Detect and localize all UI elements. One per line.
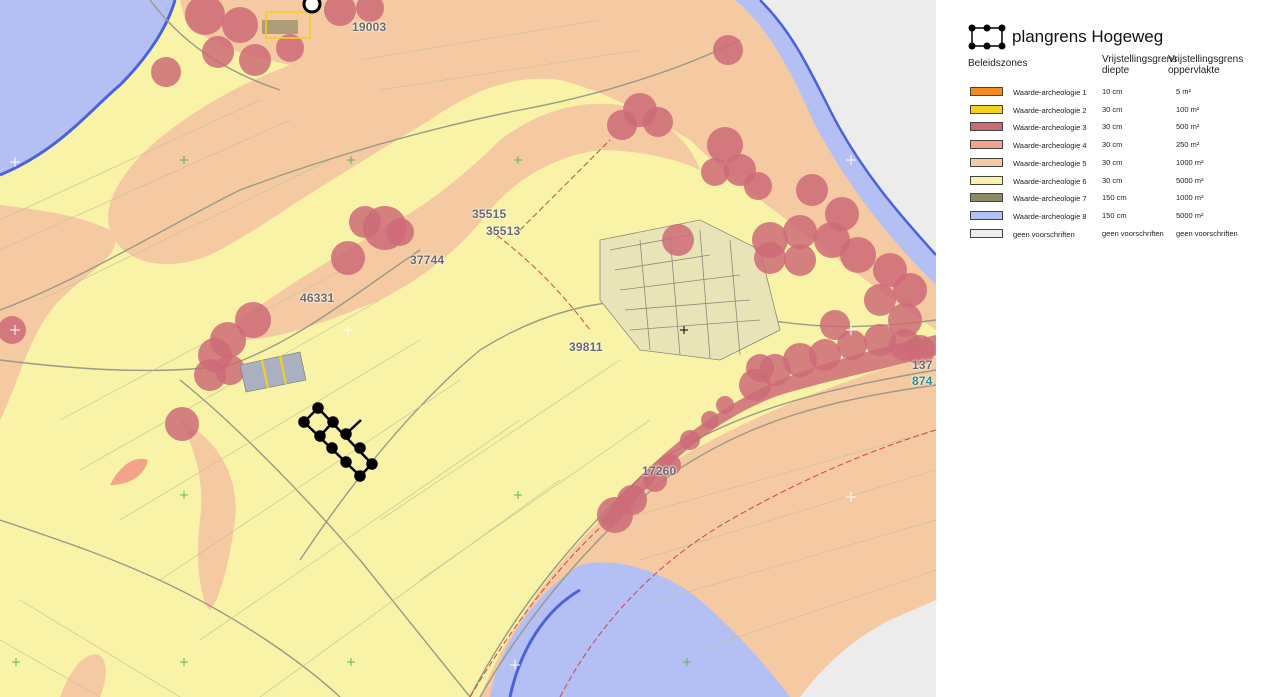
parcel-label-46331: 46331 (300, 291, 335, 305)
parcel-label-35513: 35513 (486, 224, 521, 238)
legend-item: Waarde-archeologie 3 30 cm 500 m² (970, 122, 1270, 134)
legend-swatch (970, 175, 1003, 185)
parcel-label-137: 137 (912, 358, 933, 372)
legend-item-name: Waarde-archeologie 8 (1013, 211, 1087, 221)
legend-item-depth: 30 cm (1102, 157, 1123, 167)
legend-item-area: 1000 m² (1176, 157, 1204, 167)
legend-swatch (970, 87, 1003, 96)
parcel-label-874: 874 (912, 374, 933, 388)
plangrens-symbol-icon (968, 24, 1006, 50)
legend-item-depth: 30 cm (1102, 140, 1123, 150)
legend-item-area: 5000 m² (1176, 175, 1204, 185)
legend-swatch (970, 140, 1003, 150)
legend-section-heading: Beleidszones (968, 58, 1028, 69)
legend-item-depth: 30 cm (1102, 104, 1123, 114)
legend-item-area: 250 m² (1176, 140, 1200, 150)
legend-item-area: geen voorschriften (1176, 228, 1238, 238)
archaeology-map[interactable]: 19003 35515 35513 37744 46331 39811 1726… (0, 0, 936, 697)
legend-item-area: 500 m² (1176, 122, 1200, 132)
parcel-label-19003: 19003 (352, 20, 387, 34)
legend-swatch (970, 210, 1003, 220)
map-canvas (0, 0, 936, 697)
legend-item-area: 1000 m² (1176, 193, 1204, 203)
legend-item: Waarde-archeologie 5 30 cm 1000 m² (970, 157, 1270, 170)
legend-item: Waarde-archeologie 1 10 cm 5 m² (970, 87, 1270, 99)
legend-item-name: Waarde-archeologie 3 (1013, 123, 1087, 133)
legend-item-name: Waarde-archeologie 2 (1013, 105, 1087, 115)
parcel-label-39811: 39811 (569, 340, 603, 354)
legend-item: Waarde-archeologie 8 150 cm 5000 m² (970, 210, 1270, 223)
parcel-label-35515: 35515 (472, 207, 507, 221)
legend-item: Waarde-archeologie 2 30 cm 100 m² (970, 104, 1270, 117)
legend-item-depth: 10 cm (1102, 87, 1123, 96)
legend-item-area: 100 m² (1176, 104, 1200, 114)
legend-swatch (970, 104, 1003, 114)
legend-item: Waarde-archeologie 7 150 cm 1000 m² (970, 193, 1270, 205)
legend-item-name: Waarde-archeologie 5 (1013, 158, 1087, 168)
legend-swatch (970, 157, 1003, 167)
legend-swatch (970, 193, 1003, 203)
legend-swatch (970, 228, 1003, 238)
legend-title: plangrens Hogeweg (968, 24, 1163, 50)
legend-swatch (970, 122, 1003, 132)
column-header-depth: Vrijstellingsgrens diepte (1102, 54, 1178, 76)
legend-item: geen voorschriften geen voorschriften geen… (970, 228, 1270, 241)
legend-item-depth: 150 cm (1102, 193, 1127, 203)
legend-item-name: geen voorschriften (1013, 229, 1075, 239)
legend-item-depth: 150 cm (1102, 210, 1127, 220)
legend-item-name: Waarde-archeologie 6 (1013, 176, 1087, 186)
survey-marker-north (302, 0, 322, 14)
legend-item-name: Waarde-archeologie 1 (1013, 88, 1087, 97)
parcel-label-17260: 17260 (642, 464, 677, 478)
legend-item-area: 5 m² (1176, 87, 1191, 96)
column-header-area: Vrijstellingsgrens oppervlakte (1168, 54, 1244, 76)
legend-item: Waarde-archeologie 4 30 cm 250 m² (970, 140, 1270, 152)
legend-item-name: Waarde-archeologie 7 (1013, 194, 1087, 204)
legend-item-depth: 30 cm (1102, 122, 1123, 132)
map-legend: plangrens Hogeweg Beleidszones Vrijstell… (936, 0, 1270, 697)
legend-item-name: Waarde-archeologie 4 (1013, 141, 1087, 151)
legend-item-depth: geen voorschriften (1102, 228, 1164, 238)
legend-item-depth: 30 cm (1102, 175, 1123, 185)
legend-title-text: plangrens Hogeweg (1012, 27, 1164, 46)
legend-item-area: 5000 m² (1176, 210, 1204, 220)
legend-item: Waarde-archeologie 6 30 cm 5000 m² (970, 175, 1270, 188)
parcel-label-37744: 37744 (410, 253, 445, 267)
